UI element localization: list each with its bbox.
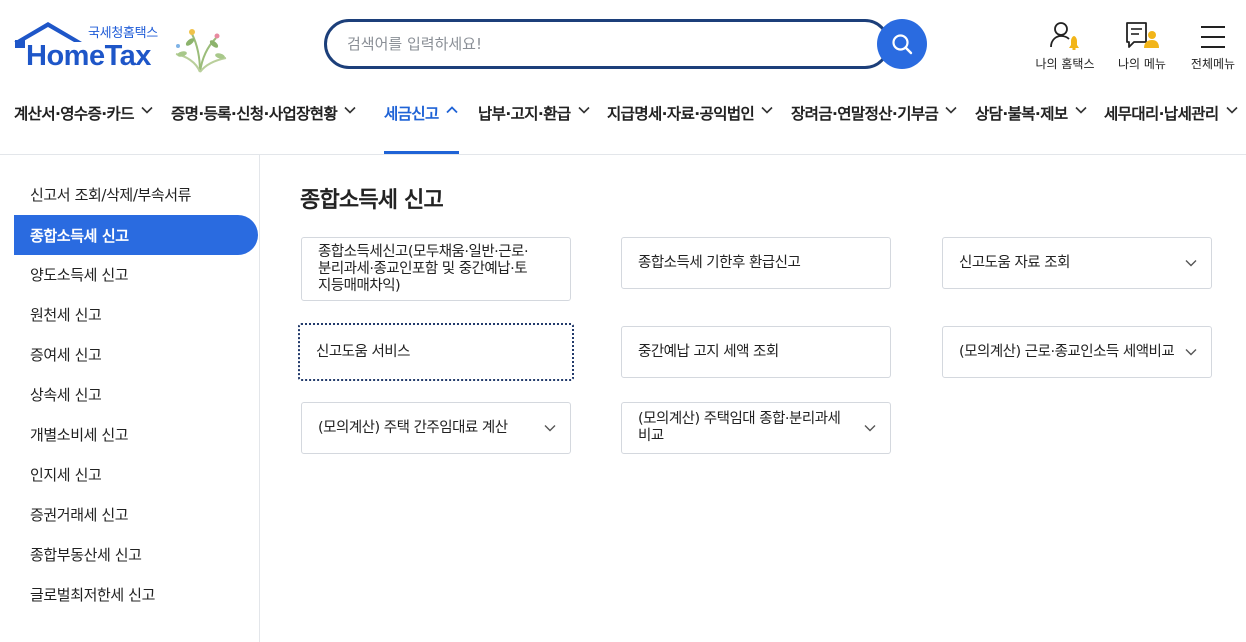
nav-label: 납부·고지·환급 [478,105,571,123]
card-simulation-deemed-rent[interactable]: (모의계산) 주택 간주임대료 계산 [301,402,571,454]
sidebar-item-label: 인지세 신고 [30,465,102,484]
sidebar-item-label: 증여세 신고 [30,345,102,364]
sidebar-item-label: 종합부동산세 신고 [30,545,142,564]
card-label: 종합소득세신고(모두채움·일반·근로·분리과세·종교인포함 및 중간예납·토지등… [318,243,529,294]
sidebar-item-real-estate-tax[interactable]: 종합부동산세 신고 [14,534,258,574]
card-filing-help-data[interactable]: 신고도움 자료 조회 [942,237,1212,289]
card-label: 중간예납 고지 세액 조회 [638,343,779,360]
sidebar-item-filing-lookup[interactable]: 신고서 조회/삭제/부속서류 [14,174,258,214]
sidebar-item-capital-gains[interactable]: 양도소득세 신고 [14,254,258,294]
nav-label: 증명·등록·신청·사업장현황 [171,105,338,123]
sidebar-item-label: 상속세 신고 [30,385,102,404]
nav-item-consultation[interactable]: 상담·불복·제보 [975,96,1087,154]
chevron-down-icon [544,425,556,432]
nav-label: 계산서·영수증·카드 [14,105,134,123]
card-label: (모의계산) 근로·종교인소득 세액비교 [959,343,1175,360]
nav-label: 세금신고 [384,105,439,123]
sidebar-item-comprehensive-income[interactable]: 종합소득세 신고 [14,215,258,255]
card-label: (모의계산) 주택 간주임대료 계산 [318,419,508,436]
card-simulation-rental-comparison[interactable]: (모의계산) 주택임대 종합·분리과세 비교 [621,402,891,454]
chevron-down-icon [761,106,773,114]
nav-label: 세무대리·납세관리 [1104,105,1219,123]
sidebar-item-label: 글로벌최저한세 신고 [30,585,155,604]
card-simulation-labor-income[interactable]: (모의계산) 근로·종교인소득 세액비교 [942,326,1212,378]
sidebar-item-withholding[interactable]: 원천세 신고 [14,294,258,334]
main-navigation: 계산서·영수증·카드 증명·등록·신청·사업장현황 세금신고 납부·고지·환급 … [0,96,1246,154]
card-interim-tax-lookup[interactable]: 중간예납 고지 세액 조회 [621,326,891,378]
sidebar-item-inheritance-tax[interactable]: 상속세 신고 [14,374,258,414]
my-hometax-button[interactable]: 나의 홈택스 [1030,18,1100,72]
nav-item-certificates[interactable]: 증명·등록·신청·사업장현황 [171,96,356,154]
sidebar-item-securities-tax[interactable]: 증권거래세 신고 [14,494,258,534]
chevron-down-icon [864,425,876,432]
nav-item-payment-statements[interactable]: 지급명세·자료·공익법인 [607,96,773,154]
card-label: 신고도움 서비스 [316,343,411,360]
card-income-tax-filing[interactable]: 종합소득세신고(모두채움·일반·근로·분리과세·종교인포함 및 중간예납·토지등… [301,237,571,301]
logo-subtitle: 국세청홈택스 [88,26,158,41]
nav-label: 지급명세·자료·공익법인 [607,105,755,123]
my-menu-label: 나의 메뉴 [1118,57,1166,71]
card-filing-help-service[interactable]: 신고도움 서비스 [298,323,574,381]
my-menu-button[interactable]: 나의 메뉴 [1112,18,1172,72]
nav-item-incentives[interactable]: 장려금·연말정산·기부금 [791,96,957,154]
sidebar-item-global-minimum-tax[interactable]: 글로벌최저한세 신고 [14,574,258,614]
card-label: 종합소득세 기한후 환급신고 [638,254,801,271]
nav-label: 상담·불복·제보 [975,105,1068,123]
nav-item-payment[interactable]: 납부·고지·환급 [478,96,590,154]
logo-title: HomeTax [26,40,151,72]
search-input[interactable] [327,22,847,66]
card-late-refund-filing[interactable]: 종합소득세 기한후 환급신고 [621,237,891,289]
card-label: 신고도움 자료 조회 [959,254,1070,271]
chevron-down-icon [577,106,590,114]
document-person-icon [1126,22,1159,48]
sidebar-item-gift-tax[interactable]: 증여세 신고 [14,334,258,374]
page-title: 종합소득세 신고 [300,188,444,213]
all-menu-label: 전체메뉴 [1190,57,1236,71]
chevron-down-icon [1074,106,1087,114]
header: 국세청홈택스 HomeTax 검색어를 입력하세요! 나의 홈택스 나의 메뉴 … [0,0,1246,155]
all-menu-button[interactable]: 전체메뉴 [1184,18,1242,72]
nav-label: 장려금·연말정산·기부금 [791,105,939,123]
search-box [324,19,890,69]
my-hometax-label: 나의 홈택스 [1035,57,1095,71]
sidebar-item-label: 원천세 신고 [30,305,102,324]
person-bell-icon [1050,22,1079,50]
chevron-down-icon [141,106,153,114]
chevron-down-icon [945,106,957,114]
hamburger-icon [1201,26,1225,48]
nav-item-receipts[interactable]: 계산서·영수증·카드 [14,96,153,154]
sidebar-item-label: 증권거래세 신고 [30,505,129,524]
sidebar-item-label: 신고서 조회/삭제/부속서류 [30,185,192,204]
nav-item-tax-filing[interactable]: 세금신고 [384,96,459,154]
chevron-down-icon [344,106,356,114]
sidebar-item-label: 개별소비세 신고 [30,425,129,444]
sidebar-item-label: 양도소득세 신고 [30,265,129,284]
nav-item-tax-agent[interactable]: 세무대리·납세관리 [1104,96,1238,154]
chevron-down-icon [1185,349,1197,356]
sidebar: 신고서 조회/삭제/부속서류 종합소득세 신고 양도소득세 신고 원천세 신고 … [0,155,260,642]
chevron-up-icon [446,106,458,114]
sidebar-item-stamp-tax[interactable]: 인지세 신고 [14,454,258,494]
card-label: (모의계산) 주택임대 종합·분리과세 비교 [638,411,841,444]
sidebar-item-excise-tax[interactable]: 개별소비세 신고 [14,414,258,454]
search-icon [892,34,913,55]
chevron-down-icon [1185,260,1197,267]
sidebar-item-label: 종합소득세 신고 [30,226,129,245]
chevron-down-icon [1226,106,1238,114]
search-button[interactable] [877,19,927,69]
plant-logo-icon [175,29,227,73]
hometax-logo[interactable]: 국세청홈택스 HomeTax [12,14,232,76]
